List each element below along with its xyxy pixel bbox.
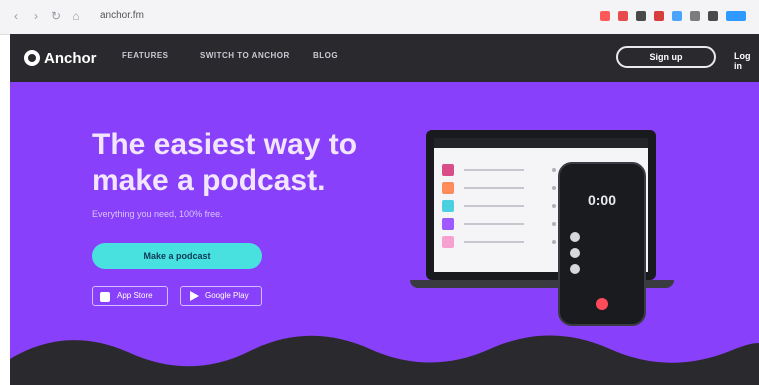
- extension-icon-6[interactable]: [690, 11, 700, 21]
- episode-row: [442, 236, 572, 248]
- anchor-logo[interactable]: Anchor: [24, 48, 97, 68]
- episode-line: [464, 223, 524, 225]
- reload-icon[interactable]: ↻: [50, 10, 62, 22]
- episode-row: [442, 218, 572, 230]
- forward-icon[interactable]: ›: [30, 10, 42, 22]
- phone-control-icon: [570, 248, 580, 258]
- recording-timer: 0:00: [587, 192, 617, 208]
- extension-icon-3[interactable]: [636, 11, 646, 21]
- episode-row: [442, 164, 572, 176]
- hero-headline-line1: The easiest way to: [92, 128, 358, 161]
- episode-line: [464, 187, 524, 189]
- episode-line: [464, 241, 524, 243]
- login-link[interactable]: Log in: [734, 51, 759, 71]
- extension-icon-4[interactable]: [654, 11, 664, 21]
- episode-dot: [552, 222, 556, 226]
- signup-button[interactable]: Sign up: [616, 46, 716, 68]
- hero-subline: Everything you need, 100% free.: [92, 209, 223, 219]
- hero-headline-line2: make a podcast.: [92, 164, 326, 197]
- episode-line: [464, 205, 524, 207]
- episode-row: [442, 200, 572, 212]
- app-store-label: App Store: [117, 291, 153, 300]
- episode-thumb: [442, 164, 454, 176]
- anchor-logo-icon: [24, 50, 40, 66]
- apple-icon: [100, 292, 110, 302]
- episode-line: [464, 169, 524, 171]
- phone-control-icon: [570, 232, 580, 242]
- extension-icon-2[interactable]: [618, 11, 628, 21]
- end-call-icon: [596, 298, 608, 310]
- episode-dot: [552, 240, 556, 244]
- episode-thumb: [442, 236, 454, 248]
- brand-name: Anchor: [44, 49, 97, 67]
- google-play-button[interactable]: Google Play: [180, 286, 262, 306]
- phone-mockup: 0:00: [558, 162, 646, 326]
- wave-divider: [10, 335, 759, 385]
- hero-section: The easiest way to make a podcast. Every…: [10, 82, 759, 385]
- episode-row: [442, 182, 572, 194]
- extension-icon-1[interactable]: [600, 11, 610, 21]
- episode-dot: [552, 204, 556, 208]
- play-store-icon: [190, 291, 199, 301]
- back-icon[interactable]: ‹: [10, 10, 22, 22]
- extension-icon-5[interactable]: [672, 11, 682, 21]
- phone-control-icon: [570, 264, 580, 274]
- address-bar[interactable]: anchor.fm: [90, 9, 590, 25]
- nav-link-features[interactable]: FEATURES: [122, 51, 169, 60]
- extension-icon-7[interactable]: [708, 11, 718, 21]
- episode-dot: [552, 186, 556, 190]
- home-icon[interactable]: ⌂: [70, 10, 82, 22]
- extension-icon-8[interactable]: [726, 11, 746, 21]
- google-play-label: Google Play: [205, 291, 249, 300]
- browser-toolbar: ‹ › ↻ ⌂ anchor.fm: [0, 0, 759, 35]
- episode-thumb: [442, 200, 454, 212]
- site-navigation: Anchor FEATURES SWITCH TO ANCHOR BLOG Si…: [10, 34, 759, 82]
- episode-thumb: [442, 218, 454, 230]
- laptop-app-header: [434, 138, 648, 148]
- address-text: anchor.fm: [100, 10, 144, 21]
- make-podcast-button[interactable]: Make a podcast: [92, 243, 262, 269]
- episode-thumb: [442, 182, 454, 194]
- app-store-button[interactable]: App Store: [92, 286, 168, 306]
- episode-dot: [552, 168, 556, 172]
- hero-headline: The easiest way to make a podcast.: [92, 127, 422, 199]
- nav-link-blog[interactable]: BLOG: [313, 51, 338, 60]
- nav-link-switch-to-anchor[interactable]: SWITCH TO ANCHOR: [200, 51, 290, 60]
